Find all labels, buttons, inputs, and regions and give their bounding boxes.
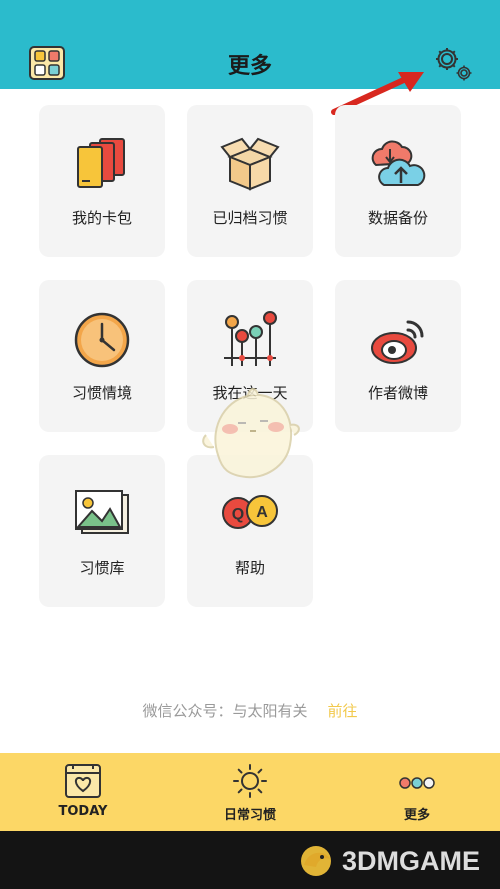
card-label: 习惯情境 (71, 384, 132, 402)
wechat-account-text: 微信公众号：与太阳有关 (142, 702, 308, 720)
clock-icon (72, 310, 132, 370)
card-label: 已归档习惯 (212, 209, 288, 227)
settings-gear-icon[interactable] (430, 42, 474, 82)
card-archived-habits[interactable]: 已归档习惯 (187, 105, 313, 257)
tab-label: 更多 (403, 808, 430, 823)
card-author-weibo[interactable]: 作者微博 (335, 280, 461, 432)
three-dots-icon (397, 763, 437, 799)
calendar-heart-icon (63, 763, 103, 799)
bottom-black-bar: 3DMGAME (0, 831, 500, 889)
bottom-tab-bar: TODAY 日常习惯 更多 (0, 753, 500, 831)
watermark-logo: 3DMGAME (296, 841, 480, 881)
watermark-text: 3DMGAME (341, 845, 480, 876)
card-label: 帮助 (234, 559, 265, 577)
tab-daily-habits[interactable]: 日常习惯 (180, 753, 320, 831)
svg-text:A: A (256, 504, 268, 521)
tab-label: 日常习惯 (223, 808, 276, 823)
svg-text:Q: Q (232, 506, 244, 523)
mascot-illustration (198, 385, 303, 485)
card-data-backup[interactable]: 数据备份 (335, 105, 461, 257)
card-label: 数据备份 (367, 209, 428, 227)
qa-bubbles-icon: Q A (220, 485, 280, 545)
card-label: 作者微博 (367, 384, 428, 402)
dragon-logo-icon (300, 846, 331, 876)
timeline-icon (220, 310, 280, 370)
cloud-backup-icon (368, 135, 428, 195)
go-link[interactable]: 前往 (328, 702, 358, 720)
tab-today[interactable]: TODAY (13, 753, 153, 831)
sun-icon (230, 763, 270, 799)
card-label: 习惯库 (79, 559, 125, 577)
card-pack-icon (72, 135, 132, 195)
picture-library-icon (72, 485, 132, 545)
card-label: 我的卡包 (71, 209, 132, 227)
card-habit-library[interactable]: 习惯库 (39, 455, 165, 607)
archive-box-icon (220, 135, 280, 195)
tab-label: TODAY (58, 804, 108, 819)
weibo-icon (368, 310, 428, 370)
wechat-account-line: 微信公众号：与太阳有关 前往 (0, 700, 500, 721)
card-habit-context[interactable]: 习惯情境 (39, 280, 165, 432)
tab-more[interactable]: 更多 (347, 753, 487, 831)
card-my-card-pack[interactable]: 我的卡包 (39, 105, 165, 257)
